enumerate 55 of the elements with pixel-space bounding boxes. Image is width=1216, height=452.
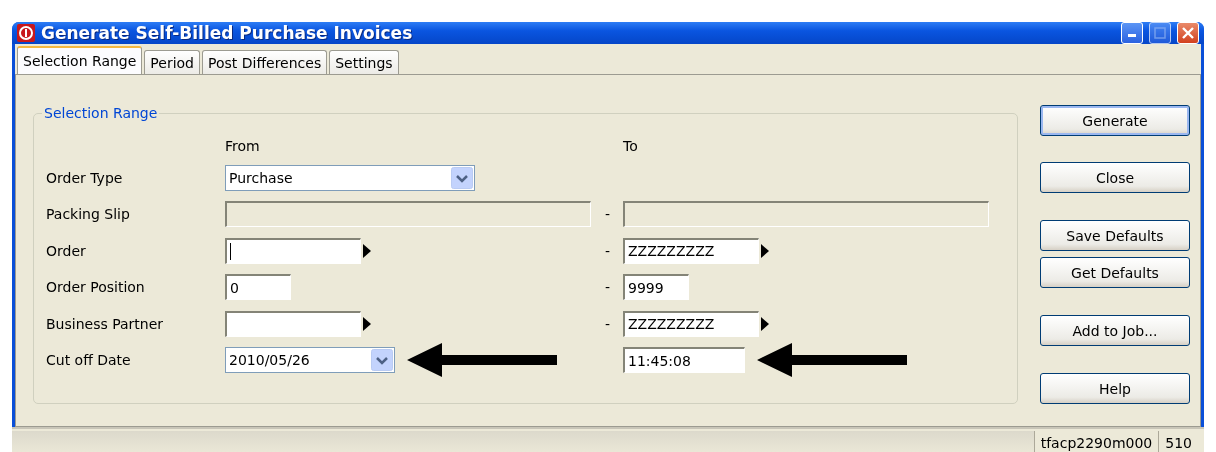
tab[interactable]: Settings — [329, 50, 399, 74]
field-label: Order Type — [46, 169, 124, 186]
group-title: Selection Range — [43, 105, 159, 121]
dropdown-field[interactable]: Purchase — [225, 164, 475, 191]
range-dash: - — [605, 315, 612, 332]
field-label: Cut off Date — [46, 352, 132, 369]
action-button[interactable]: Add to Job... — [1040, 315, 1190, 346]
field-value: 2010/05/26 — [229, 352, 310, 369]
action-button[interactable]: Save Defaults — [1040, 220, 1190, 251]
field-label: Order — [46, 242, 87, 259]
zoom-arrow-icon[interactable] — [761, 316, 769, 331]
column-header: To — [623, 137, 639, 156]
action-button[interactable]: Close — [1040, 162, 1190, 193]
field-value: 9999 — [628, 279, 664, 296]
close-window-button[interactable] — [1177, 22, 1199, 44]
range-dash: - — [605, 279, 612, 296]
action-button[interactable]: Generate — [1040, 105, 1190, 136]
field-value: ZZZZZZZZZ — [628, 316, 715, 333]
dropdown-button[interactable] — [451, 166, 473, 189]
input-field[interactable]: 11:45:08 — [623, 347, 745, 374]
input-field[interactable] — [225, 310, 361, 337]
input-field[interactable]: ZZZZZZZZZ — [623, 310, 759, 337]
range-dash: - — [605, 242, 612, 259]
dropdown-button[interactable] — [371, 349, 393, 372]
field-label: Packing Slip — [46, 206, 131, 223]
zoom-arrow-icon[interactable] — [761, 243, 769, 258]
field-label: Order Position — [46, 279, 146, 296]
zoom-arrow-icon[interactable] — [363, 243, 371, 258]
app-logo-icon — [17, 24, 35, 42]
tab[interactable]: Period — [144, 50, 200, 74]
minimize-button[interactable] — [1121, 22, 1143, 44]
tab[interactable]: Post Differences — [202, 50, 328, 74]
session-number: 510 — [1158, 431, 1198, 452]
input-field[interactable]: 0 — [225, 274, 291, 301]
field-value: ZZZZZZZZZ — [628, 243, 715, 260]
maximize-button[interactable] — [1149, 22, 1171, 44]
action-button[interactable]: Help — [1040, 373, 1190, 404]
range-dash: - — [605, 206, 612, 223]
window-title: Generate Self-Billed Purchase Invoices — [41, 23, 414, 43]
field-label: Business Partner — [46, 315, 165, 332]
column-header: From — [225, 137, 261, 156]
input-field[interactable]: ZZZZZZZZZ — [623, 237, 759, 264]
close-icon — [1182, 27, 1194, 39]
maximize-icon — [1154, 27, 1166, 39]
program-code: tfacp2290m000 — [1033, 431, 1159, 452]
field-value: 11:45:08 — [628, 352, 691, 369]
dropdown-field[interactable]: 2010/05/26 — [225, 347, 395, 374]
zoom-arrow-icon[interactable] — [363, 316, 371, 331]
tab[interactable]: Selection Range — [17, 46, 143, 74]
text-cursor — [230, 242, 231, 260]
input-field[interactable] — [225, 237, 361, 264]
action-button[interactable]: Get Defaults — [1040, 257, 1190, 288]
input-field[interactable]: 9999 — [623, 274, 689, 301]
field-value: Purchase — [229, 169, 293, 186]
field-value: 0 — [230, 279, 239, 296]
